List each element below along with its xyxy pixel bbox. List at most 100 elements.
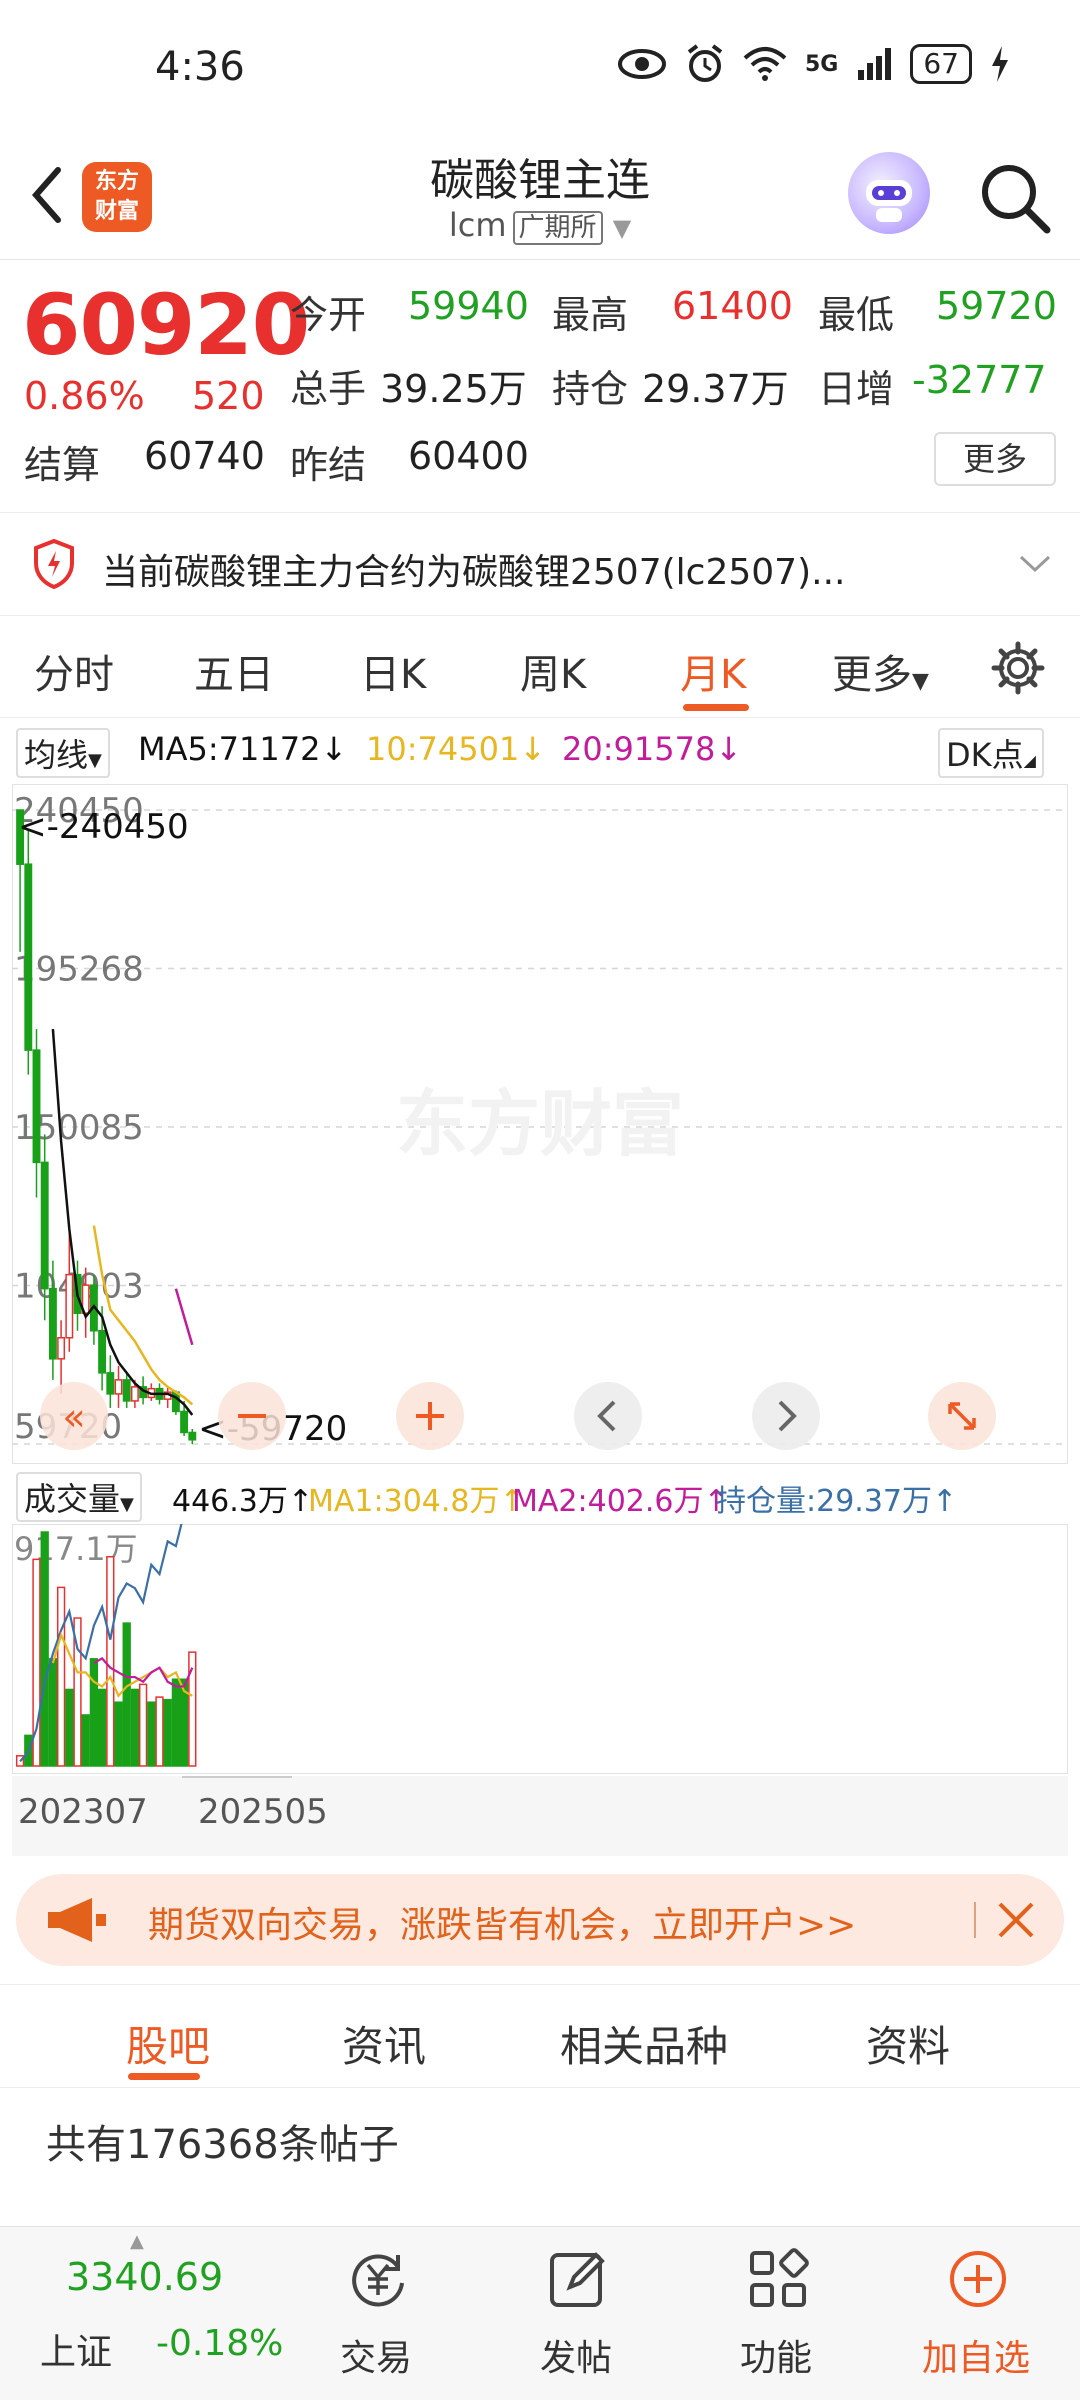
close-icon[interactable] bbox=[994, 1898, 1038, 1942]
candle-body bbox=[122, 1379, 131, 1402]
community-tabs: 股吧 资讯 相关品种 资料 bbox=[0, 1984, 1080, 2088]
date-ticks bbox=[182, 1776, 292, 1788]
volume-bar bbox=[97, 1688, 107, 1767]
ad-banner[interactable]: 期货双向交易，涨跌皆有机会，立即开户>> bbox=[16, 1874, 1064, 1966]
add-watchlist-label: 加自选 bbox=[921, 2338, 1030, 2379]
zoom-plus-button[interactable] bbox=[396, 1382, 464, 1450]
volume-label: 总手 bbox=[290, 367, 367, 411]
oi-change-value: -32777 bbox=[912, 358, 1047, 402]
open-interest-indicator: 持仓量:29.37万↑ bbox=[716, 1484, 958, 1519]
volume-bar bbox=[155, 1696, 164, 1767]
volume-value: 39.25万 bbox=[380, 367, 527, 411]
next-button[interactable] bbox=[752, 1382, 820, 1450]
volume-bar bbox=[40, 1531, 49, 1767]
zoom-out-button[interactable]: « bbox=[40, 1382, 108, 1450]
alarm-icon bbox=[687, 44, 723, 82]
kline-chart[interactable]: 东方财富 24045019526815008510490359720 <-240… bbox=[12, 784, 1068, 1464]
index-ticker[interactable]: ▲ 3340.69 上证 -0.18% bbox=[0, 2227, 300, 2400]
candle-body bbox=[24, 863, 33, 1051]
robot-icon bbox=[866, 180, 912, 222]
robot-assistant-avatar[interactable] bbox=[848, 152, 930, 234]
current-volume: 446.3万↑ bbox=[172, 1484, 314, 1519]
candle-body bbox=[65, 1273, 74, 1339]
functions-button[interactable]: 功能 bbox=[676, 2227, 876, 2400]
candle-body bbox=[48, 1287, 57, 1360]
date-start: 202307 bbox=[18, 1792, 148, 1832]
tab-weekly-k[interactable]: 周K bbox=[520, 642, 586, 700]
caret-up-icon: ▲ bbox=[130, 2231, 144, 2252]
chevron-down-icon: ▼ bbox=[612, 214, 632, 242]
status-bar: 4:36 5G 67 bbox=[0, 0, 1080, 140]
volume-chart[interactable]: 917.1万 bbox=[12, 1524, 1068, 1774]
tab-five-day[interactable]: 五日 bbox=[194, 642, 274, 700]
caret-down-icon: ▼ bbox=[120, 1494, 134, 1515]
volume-bar bbox=[130, 1688, 140, 1767]
tab-more[interactable]: 更多▼ bbox=[832, 642, 929, 700]
add-watchlist-button[interactable]: 加自选 bbox=[876, 2227, 1076, 2400]
change-value: 520 bbox=[192, 374, 265, 418]
candle-body bbox=[180, 1410, 189, 1434]
post-button[interactable]: 发帖 bbox=[476, 2227, 676, 2400]
ma-selector-label: 均线 bbox=[24, 736, 89, 774]
fullscreen-button[interactable] bbox=[928, 1382, 996, 1450]
wifi-icon bbox=[743, 47, 787, 81]
zoom-minus-button[interactable] bbox=[218, 1382, 286, 1450]
ma20-value: 20:91578↓ bbox=[562, 730, 743, 768]
charging-icon bbox=[992, 46, 1008, 82]
open-label: 今开 bbox=[290, 293, 367, 337]
candle-body bbox=[188, 1431, 197, 1441]
chevron-down-icon[interactable] bbox=[1018, 553, 1052, 575]
apps-grid-icon bbox=[750, 2248, 809, 2307]
prev-button[interactable] bbox=[574, 1382, 642, 1450]
search-icon[interactable] bbox=[975, 158, 1055, 238]
volume-ma2: MA2:402.6万↑ bbox=[512, 1484, 729, 1519]
tab-news[interactable]: 资讯 bbox=[342, 2013, 426, 2074]
network-type: 5G bbox=[804, 51, 839, 77]
ma-selector[interactable]: 均线▼ bbox=[16, 728, 110, 778]
corner-triangle-icon: ◢ bbox=[1023, 751, 1036, 770]
ma-indicator-row: 均线▼ MA5:71172↓ 10:74501↓ 20:91578↓ DK点◢ bbox=[0, 722, 1080, 778]
volume-selector-label: 成交量 bbox=[24, 1480, 121, 1518]
tab-more-label: 更多 bbox=[832, 652, 912, 698]
eye-icon bbox=[617, 49, 666, 79]
high-value: 61400 bbox=[672, 284, 793, 328]
dk-point-label: DK点 bbox=[946, 736, 1024, 774]
tab-intraday[interactable]: 分时 bbox=[34, 642, 114, 700]
post-label: 发帖 bbox=[539, 2338, 612, 2379]
dk-point-button[interactable]: DK点◢ bbox=[938, 728, 1044, 778]
candle-body bbox=[57, 1337, 66, 1360]
candle-body bbox=[98, 1330, 107, 1374]
index-change: -0.18% bbox=[156, 2323, 284, 2364]
trade-button[interactable]: 交易 bbox=[276, 2227, 476, 2400]
candle-body bbox=[130, 1386, 139, 1402]
signal-icon bbox=[858, 48, 892, 80]
volume-indicator-row: 成交量▼ 446.3万↑ MA1:304.8万↑ MA2:402.6万↑ 持仓量… bbox=[0, 1466, 1080, 1522]
shield-alert-icon bbox=[34, 539, 74, 589]
low-label: 最低 bbox=[818, 293, 895, 337]
volume-bar bbox=[48, 1658, 58, 1767]
candle-body bbox=[32, 1049, 41, 1164]
tab-forum[interactable]: 股吧 bbox=[126, 2013, 210, 2074]
edit-icon bbox=[550, 2252, 605, 2307]
bottom-bar: ▲ 3340.69 上证 -0.18% 交易 发帖 功能 加自选 bbox=[0, 2226, 1080, 2400]
gear-icon[interactable] bbox=[990, 640, 1046, 696]
volume-bar bbox=[147, 1701, 156, 1767]
prev-settle-value: 60400 bbox=[408, 434, 529, 478]
tab-monthly-k[interactable]: 月K bbox=[680, 642, 746, 700]
ma5-value: MA5:71172↓ bbox=[138, 730, 348, 768]
plus-circle-icon bbox=[950, 2251, 1006, 2307]
contract-code: lcm bbox=[448, 206, 507, 244]
volume-ma1: MA1:304.8万↑ bbox=[308, 1484, 525, 1519]
volume-bar bbox=[106, 1556, 115, 1767]
volume-selector[interactable]: 成交量▼ bbox=[16, 1472, 142, 1522]
notice-bar[interactable]: 当前碳酸锂主力合约为碳酸锂2507(lc2507)... bbox=[0, 512, 1080, 616]
tab-info[interactable]: 资料 bbox=[866, 2013, 950, 2074]
tab-daily-k[interactable]: 日K bbox=[360, 642, 426, 700]
minus-icon bbox=[238, 1414, 266, 1418]
ad-divider bbox=[974, 1902, 976, 1938]
tab-related[interactable]: 相关品种 bbox=[560, 2013, 728, 2074]
status-icons: 5G 67 bbox=[617, 44, 1010, 84]
candle-body bbox=[40, 1161, 49, 1290]
date-axis: 202307 202505 bbox=[12, 1776, 1068, 1856]
more-button[interactable]: 更多 bbox=[934, 432, 1056, 486]
